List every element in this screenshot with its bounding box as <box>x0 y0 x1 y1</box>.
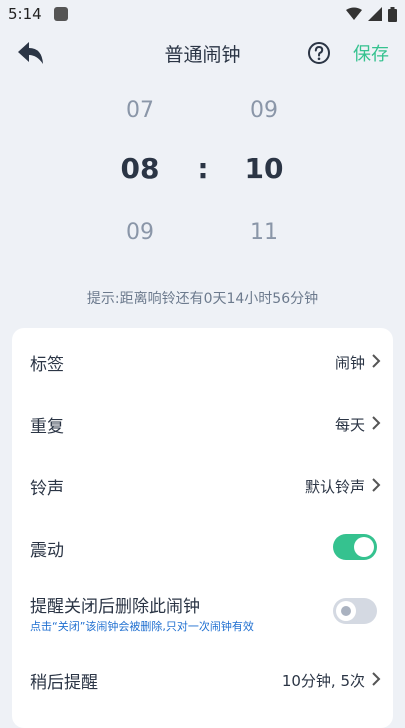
snooze-title: 稍后提醒 <box>30 673 98 693</box>
time-picker[interactable]: 07 08 09 : 09 10 11 <box>0 92 405 262</box>
hour-next[interactable]: 09 <box>100 220 180 245</box>
toggle-knob <box>336 601 356 621</box>
battery-icon <box>388 6 397 22</box>
minute-current[interactable]: 10 <box>224 152 304 185</box>
delete-after-row: 提醒关闭后删除此闹钟 点击“关闭”该闹钟会被删除,只对一次闹钟有效 <box>12 580 393 642</box>
help-icon[interactable] <box>306 40 332 66</box>
chevron-right-icon <box>372 354 381 368</box>
signal-icon <box>368 7 382 21</box>
label-title: 标签 <box>30 355 64 375</box>
repeat-row[interactable]: 重复 每天 <box>12 392 393 454</box>
ringtone-title: 铃声 <box>30 479 64 499</box>
minute-next[interactable]: 11 <box>224 220 304 245</box>
snooze-row[interactable]: 稍后提醒 10分钟, 5次 <box>12 648 393 710</box>
vibrate-toggle[interactable] <box>333 534 377 560</box>
delete-after-subtitle: 点击“关闭”该闹钟会被删除,只对一次闹钟有效 <box>30 620 254 633</box>
hour-prev[interactable]: 07 <box>100 98 180 123</box>
label-value: 闹钟 <box>334 354 365 372</box>
delete-after-toggle[interactable] <box>333 598 377 624</box>
chevron-right-icon <box>372 478 381 492</box>
snooze-value: 10分钟, 5次 <box>281 672 365 690</box>
ringtone-value: 默认铃声 <box>304 478 365 496</box>
time-separator: : <box>197 152 209 185</box>
delete-after-title: 提醒关闭后删除此闹钟 <box>30 597 200 617</box>
chevron-right-icon <box>372 672 381 686</box>
toggle-knob-dot <box>341 606 351 616</box>
vibrate-title: 震动 <box>30 541 64 561</box>
repeat-title: 重复 <box>30 417 64 437</box>
vibrate-row: 震动 <box>12 516 393 578</box>
ring-countdown-hint: 提示:距离响铃还有0天14小时56分钟 <box>86 291 319 307</box>
repeat-value: 每天 <box>334 416 365 434</box>
ringtone-row[interactable]: 铃声 默认铃声 <box>12 454 393 516</box>
toggle-knob <box>354 537 374 557</box>
header: 普通闹钟 保存 <box>0 30 405 76</box>
wifi-icon <box>346 7 362 20</box>
page-title: 普通闹钟 <box>164 44 241 66</box>
hour-current[interactable]: 08 <box>100 152 180 185</box>
chevron-right-icon <box>372 416 381 430</box>
notification-icon <box>53 7 68 21</box>
minute-prev[interactable]: 09 <box>224 98 304 123</box>
status-time: 5:14 <box>8 5 42 23</box>
settings-card: 标签 闹钟 重复 每天 铃声 默认铃声 震动 提醒关闭后删除此闹钟 点击“关闭”… <box>12 328 393 728</box>
status-bar: 5:14 <box>0 0 405 28</box>
label-row[interactable]: 标签 闹钟 <box>12 330 393 392</box>
status-icons <box>346 6 397 22</box>
save-button[interactable]: 保存 <box>353 40 389 66</box>
